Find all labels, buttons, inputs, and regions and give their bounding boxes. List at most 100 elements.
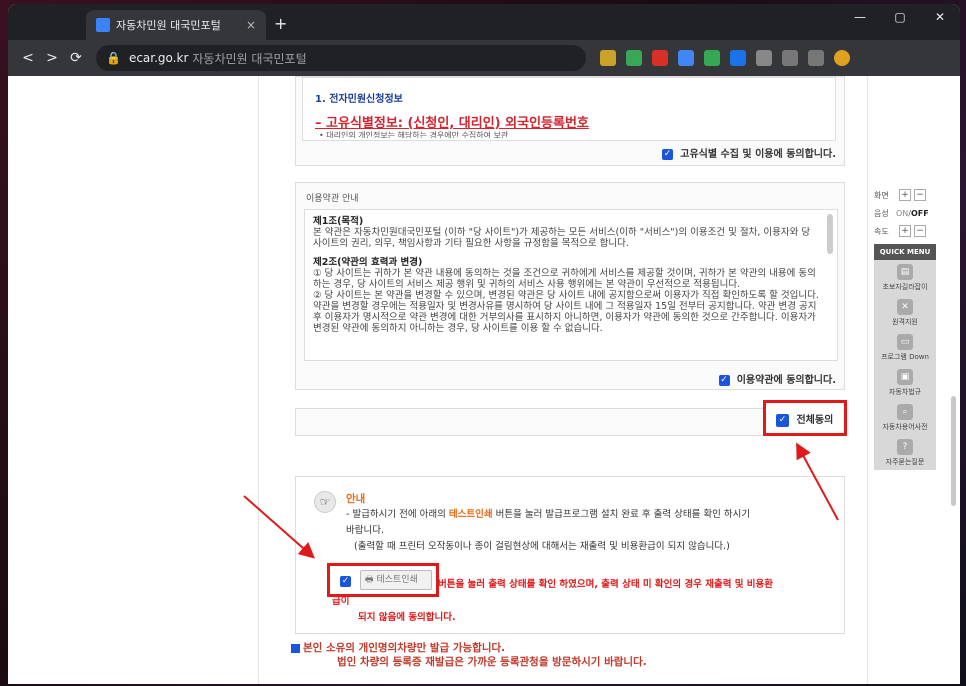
article-2-title: 제2조(약관의 효력과 변경) xyxy=(313,257,423,268)
article-1-title: 제1조(목적) xyxy=(313,216,364,227)
sidepanel-icon[interactable] xyxy=(808,50,824,66)
extension-icon[interactable] xyxy=(704,50,720,66)
back-icon[interactable]: < xyxy=(16,50,40,66)
notice-box: ☞ 안내 - 발급하시기 전에 아래의 테스트인쇄 버튼을 눌러 발급프로그램 … xyxy=(295,476,845,634)
main-column: 1. 전자민원신청정보 – 고유식별정보: (신청인, 대리인) 외국인등록번호… xyxy=(258,76,868,684)
confirm-text-1: 버튼을 눌러 출력 상태를 확인 하였으며, 출력 상태 미 확인의 경우 재출… xyxy=(438,579,774,590)
page-content: 1. 전자민원신청정보 – 고유식별정보: (신청인, 대리인) 외국인등록번호… xyxy=(8,76,960,684)
speed-up-button[interactable]: + xyxy=(899,225,911,237)
browser-titlebar: 자동차민원 대국민포털 × + — ▢ ✕ xyxy=(8,4,960,40)
profile-avatar[interactable] xyxy=(834,50,850,66)
extension-icon[interactable] xyxy=(600,50,616,66)
confirm-text-3: 되지 않음에 동의합니다. xyxy=(358,612,456,623)
test-print-button[interactable]: 🖶 테스트인쇄 xyxy=(360,570,432,590)
tools-icon: ✕ xyxy=(897,299,913,315)
unique-info-link[interactable]: – 고유식별정보: (신청인, 대리인) 외국인등록번호 xyxy=(315,112,589,131)
all-agree-checkbox[interactable]: ✓ xyxy=(776,413,789,427)
notice-title: 안내 xyxy=(346,493,366,505)
quick-item-label: 자주묻는질문 xyxy=(885,458,925,466)
all-agree-label: 전체동의 xyxy=(796,415,834,426)
quick-item-remote[interactable]: ✕ 원격지원 xyxy=(874,295,936,330)
new-tab-button[interactable]: + xyxy=(274,14,287,33)
quick-item-label: 자동차법규 xyxy=(888,388,922,396)
quick-item-label: 자동차용어사전 xyxy=(882,423,928,431)
reload-icon[interactable]: ⟳ xyxy=(64,50,88,66)
terms-agree-checkbox[interactable]: ✓ xyxy=(718,374,730,386)
unique-agree-row: ✓ 고유식별 수집 및 이용에 동의합니다. xyxy=(662,145,836,160)
quick-item-download[interactable]: ▭ 프로그램 Down xyxy=(874,330,936,365)
speed-label: 속도 xyxy=(874,226,889,236)
voice-on[interactable]: ON xyxy=(896,209,908,218)
notice-line2: 바랍니다. xyxy=(346,525,384,536)
download-icon[interactable] xyxy=(782,50,798,66)
unique-agree-checkbox[interactable]: ✓ xyxy=(662,148,674,160)
terms-scroll-area[interactable]: 제1조(목적) 본 약관은 자동차민원대국민포털 (이하 "당 사이트")가 제… xyxy=(304,209,838,361)
extension-icon[interactable] xyxy=(652,50,668,66)
monitor-icon: ▭ xyxy=(897,334,913,350)
quick-item-dictionary[interactable]: ⌕ 자동차용어사전 xyxy=(874,400,936,435)
article-2-para-2: ② 당 사이트는 본 약관을 변경할 수 있으며, 변경된 약관은 당 사이트 … xyxy=(313,290,819,334)
unique-agree-label: 고유식별 수집 및 이용에 동의합니다. xyxy=(680,149,836,160)
extension-icon[interactable] xyxy=(730,50,746,66)
browser-window: 자동차민원 대국민포털 × + — ▢ ✕ < > ⟳ 🔒 ecar.go.kr… xyxy=(8,4,960,684)
quick-item-faq[interactable]: ? 자주묻는질문 xyxy=(874,435,936,470)
minimize-icon[interactable]: — xyxy=(840,10,880,24)
terms-title: 이용약관 안내 xyxy=(306,194,359,204)
extension-icon[interactable] xyxy=(756,50,772,66)
notice-body: - 발급하시기 전에 아래의 테스트인쇄 버튼을 눌러 발급프로그램 설치 완료… xyxy=(346,507,836,555)
close-window-icon[interactable]: ✕ xyxy=(920,10,960,24)
browser-tab[interactable]: 자동차민원 대국민포털 × xyxy=(86,10,266,40)
extension-icon[interactable] xyxy=(678,50,694,66)
zoom-out-button[interactable]: − xyxy=(914,189,926,201)
site-favicon-icon xyxy=(96,18,110,32)
unique-info-box: 1. 전자민원신청정보 – 고유식별정보: (신청인, 대리인) 외국인등록번호… xyxy=(295,76,845,166)
notice-line1-em: 테스트인쇄 xyxy=(448,509,493,520)
forward-icon[interactable]: > xyxy=(40,50,64,66)
article-1-body: 본 약관은 자동차민원대국민포털 (이하 "당 사이트")가 제공하는 모든 서… xyxy=(313,227,811,249)
all-agree-highlight: ✓ 전체동의 xyxy=(763,400,847,436)
section-title: 1. 전자민원신청정보 xyxy=(315,94,403,105)
zoom-in-button[interactable]: + xyxy=(899,189,911,201)
zoom-row: 화면 + − xyxy=(874,186,940,204)
printer-icon: 🖶 xyxy=(365,575,374,585)
extensions-bar xyxy=(600,50,850,66)
voice-off[interactable]: OFF xyxy=(911,209,929,218)
lock-icon: 🔒 xyxy=(106,51,121,65)
tab-close-icon[interactable]: × xyxy=(246,18,256,32)
terms-agree-row: ✓ 이용약관에 동의합니다. xyxy=(718,371,836,386)
quick-item-law[interactable]: ▣ 자동차법규 xyxy=(874,365,936,400)
page-scrollbar[interactable] xyxy=(951,396,956,506)
quick-item-label: 원격지원 xyxy=(892,318,918,326)
url-title: 자동차민원 대국민포털 xyxy=(192,51,307,66)
tab-title: 자동차민원 대국민포털 xyxy=(116,19,221,32)
url-domain: ecar.go.kr xyxy=(128,51,189,65)
browser-toolbar: < > ⟳ 🔒 ecar.go.kr 자동차민원 대국민포털 xyxy=(8,40,960,76)
terms-scrollbar[interactable] xyxy=(827,214,833,254)
speed-row: 속도 + − xyxy=(874,222,940,240)
unique-info-note: • 대리인의 개인정보는 해당하는 경우에만 수집하여 보관 xyxy=(319,131,509,138)
test-print-label: 테스트인쇄 xyxy=(376,575,418,585)
quick-menu-title: QUICK MENU xyxy=(874,244,936,260)
unique-info-inner: 1. 전자민원신청정보 – 고유식별정보: (신청인, 대리인) 외국인등록번호… xyxy=(302,77,836,141)
quick-item-label: 프로그램 Down xyxy=(881,353,929,361)
bottom-note-1-text: 본인 소유의 개인명의차량만 발급 가능합니다. xyxy=(303,642,506,654)
window-controls: — ▢ ✕ xyxy=(840,10,960,24)
notice-hand-icon: ☞ xyxy=(314,491,336,513)
car-icon: ▣ xyxy=(897,369,913,385)
search-icon: ⌕ xyxy=(897,404,913,420)
quick-item-beginner[interactable]: ▤ 초보자길라잡이 xyxy=(874,260,936,295)
quick-panel: 화면 + − 음성 ON / OFF 속도 + − QUICK MENU ▤ 초보자길… xyxy=(874,186,940,470)
maximize-icon[interactable]: ▢ xyxy=(880,10,920,24)
voice-label: 음성 xyxy=(874,208,889,218)
notice-line1-pre: - 발급하시기 전에 아래의 xyxy=(346,509,449,520)
article-2-para-1: ① 당 사이트는 귀하가 본 약관 내용에 동의하는 것을 조건으로 귀하에게 … xyxy=(313,268,816,290)
voice-row: 음성 ON / OFF xyxy=(874,204,940,222)
extension-icon[interactable] xyxy=(626,50,642,66)
speed-down-button[interactable]: − xyxy=(914,225,926,237)
bottom-note-1: 본인 소유의 개인명의차량만 발급 가능합니다. xyxy=(291,640,505,655)
address-bar[interactable]: 🔒 ecar.go.kr 자동차민원 대국민포털 xyxy=(96,45,586,71)
bottom-note-2: 법인 차량의 등록증 재발급은 가까운 등록관청을 방문하시기 바랍니다. xyxy=(337,656,647,668)
quick-item-label: 초보자길라잡이 xyxy=(882,283,928,291)
notice-line3: (출력할 때 프린터 오작동이나 종이 걸림현상에 대해서는 재출력 및 비용환… xyxy=(354,541,730,552)
test-print-checkbox[interactable]: ✓ xyxy=(340,576,351,587)
